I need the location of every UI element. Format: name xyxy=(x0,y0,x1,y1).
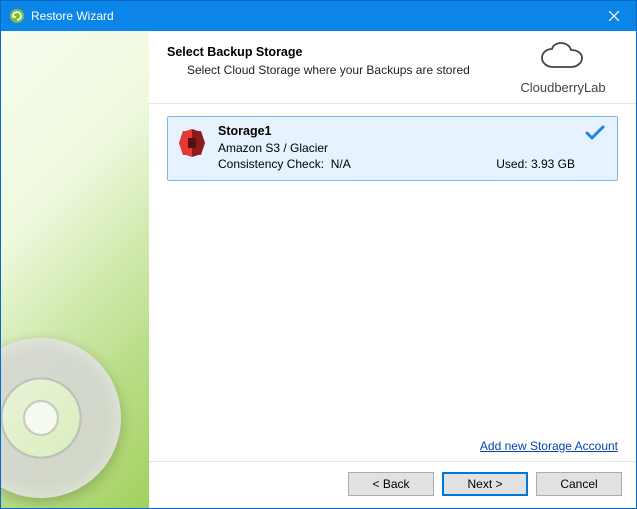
brand: CloudberryLab xyxy=(508,41,618,95)
cloud-icon xyxy=(536,41,590,78)
cancel-button[interactable]: Cancel xyxy=(536,472,622,496)
titlebar: Restore Wizard xyxy=(1,1,636,31)
close-button[interactable] xyxy=(591,1,636,31)
next-button[interactable]: Next > xyxy=(442,472,528,496)
storage-name: Storage1 xyxy=(218,123,575,140)
amazon-s3-icon xyxy=(176,127,208,159)
page-title: Select Backup Storage xyxy=(167,45,470,59)
window-title: Restore Wizard xyxy=(31,9,591,23)
storage-used: Used: 3.93 GB xyxy=(496,156,575,172)
back-button[interactable]: < Back xyxy=(348,472,434,496)
wizard-footer: < Back Next > Cancel xyxy=(149,461,636,508)
add-storage-account-link[interactable]: Add new Storage Account xyxy=(480,439,618,453)
app-icon xyxy=(9,8,25,24)
restore-wizard-window: Restore Wizard Select Backup Storage Sel… xyxy=(0,0,637,509)
wizard-header: Select Backup Storage Select Cloud Stora… xyxy=(149,31,636,104)
selected-check-icon xyxy=(585,125,607,144)
storage-list: Storage1 Amazon S3 / Glacier Consistency… xyxy=(149,104,636,439)
consistency-check: Consistency Check: N/A xyxy=(218,156,351,172)
close-icon xyxy=(609,11,619,21)
page-subtitle: Select Cloud Storage where your Backups … xyxy=(167,63,470,77)
storage-type: Amazon S3 / Glacier xyxy=(218,140,575,156)
brand-name: CloudberryLab xyxy=(520,80,605,95)
disc-icon xyxy=(1,338,121,498)
storage-item-storage1[interactable]: Storage1 Amazon S3 / Glacier Consistency… xyxy=(167,116,618,181)
wizard-sidebar xyxy=(1,31,149,508)
wizard-main: Select Backup Storage Select Cloud Stora… xyxy=(149,31,636,508)
